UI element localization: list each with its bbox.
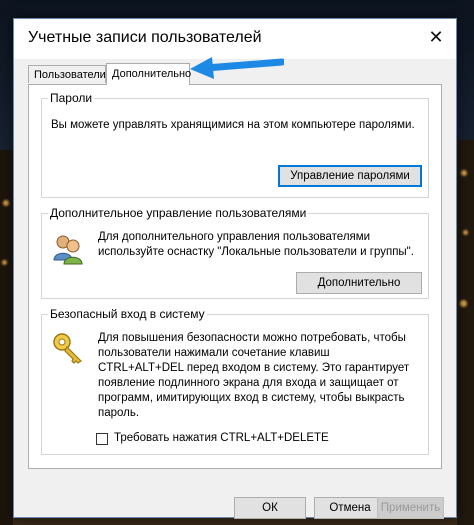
secure-logon-legend: Безопасный вход в систему xyxy=(48,307,207,321)
passwords-description: Вы можете управлять хранящимися на этом … xyxy=(51,119,415,131)
background-light xyxy=(460,300,467,307)
close-button[interactable]: ✕ xyxy=(422,25,450,51)
advanced-users-legend: Дополнительное управление пользователями xyxy=(48,206,309,220)
key-icon xyxy=(51,331,85,365)
cancel-button[interactable]: Отмена xyxy=(314,497,386,519)
ok-button[interactable]: ОК xyxy=(234,497,306,519)
tab-users-label: Пользователи xyxy=(34,69,106,81)
secure-logon-group: Безопасный вход в систему Для повышения … xyxy=(41,307,429,455)
apply-label: Применить xyxy=(380,502,441,514)
ctrl-alt-del-checkbox[interactable] xyxy=(96,433,108,445)
background-building xyxy=(457,140,474,525)
background-light xyxy=(463,230,468,235)
cancel-label: Отмена xyxy=(329,502,371,514)
secure-logon-description: Для повышения безопасности можно потребо… xyxy=(98,332,410,419)
users-icon xyxy=(51,232,85,266)
background-light xyxy=(461,170,467,176)
manage-passwords-button[interactable]: Управление паролями xyxy=(278,165,422,187)
advanced-button[interactable]: Дополнительно xyxy=(296,272,422,294)
background-light xyxy=(3,200,9,206)
dialog-title: Учетные записи пользователей xyxy=(28,29,262,46)
advanced-button-label: Дополнительно xyxy=(317,277,401,289)
tab-panel-advanced: Пароли Вы можете управлять хранящимися н… xyxy=(28,84,442,469)
background-building xyxy=(0,150,13,525)
advanced-users-group: Дополнительное управление пользователями… xyxy=(41,206,429,299)
ok-label: ОК xyxy=(262,502,278,514)
apply-button: Применить xyxy=(377,497,444,519)
passwords-legend: Пароли xyxy=(48,91,95,105)
advanced-users-description: Для дополнительного управления пользоват… xyxy=(98,231,414,258)
background-light xyxy=(2,260,7,265)
dialog-body: Пользователи Дополнительно Пароли Вы мож… xyxy=(14,59,456,519)
close-icon: ✕ xyxy=(428,27,444,48)
annotation-arrow-icon xyxy=(190,57,284,79)
ctrl-alt-del-label[interactable]: Требовать нажатия CTRL+ALT+DELETE xyxy=(114,431,329,446)
passwords-group: Пароли Вы можете управлять хранящимися н… xyxy=(41,91,429,198)
user-accounts-dialog: Учетные записи пользователей ✕ Пользоват… xyxy=(13,18,457,519)
tab-advanced[interactable]: Дополнительно xyxy=(106,63,192,85)
manage-passwords-label: Управление паролями xyxy=(290,170,410,182)
tab-users[interactable]: Пользователи xyxy=(28,65,106,83)
tab-advanced-label: Дополнительно xyxy=(112,68,192,80)
